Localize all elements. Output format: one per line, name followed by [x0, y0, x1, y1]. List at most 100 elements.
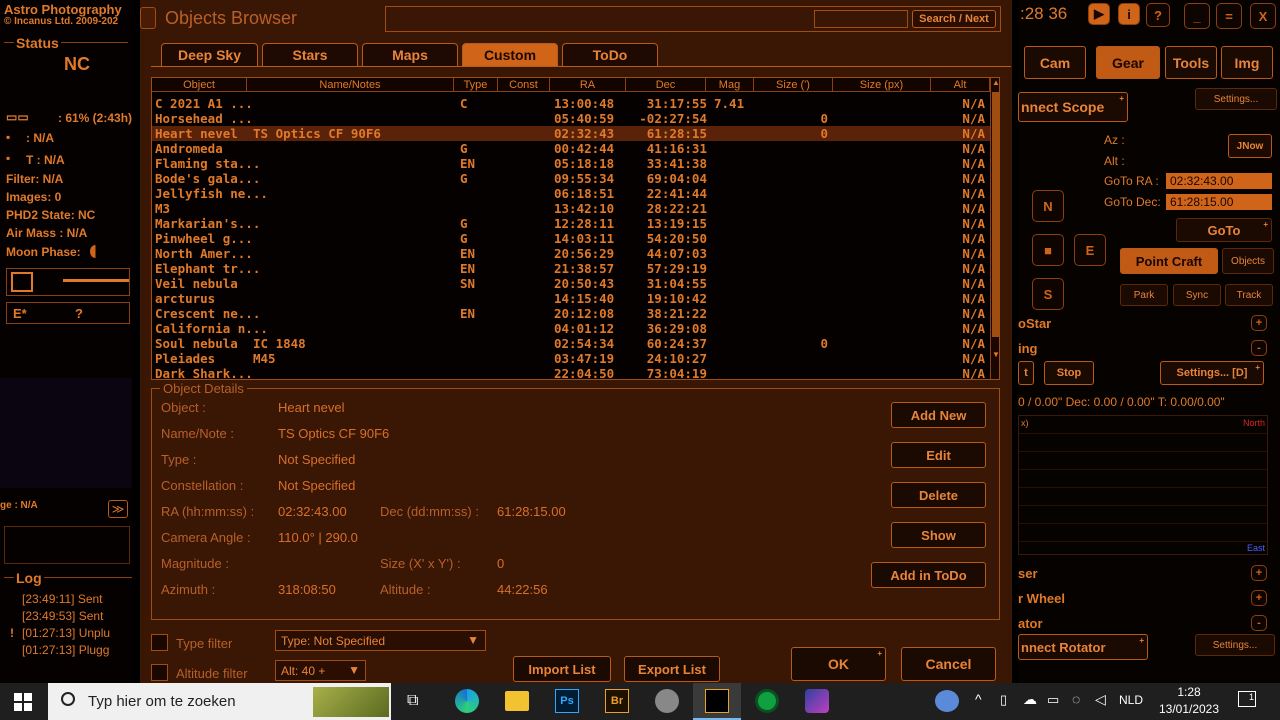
ok-button[interactable]: OK +	[791, 647, 886, 681]
tab-img[interactable]: Img	[1221, 46, 1273, 79]
import-list-button[interactable]: Import List	[513, 656, 611, 682]
table-row[interactable]: C 2021 A1 ... C 13:00:48 31:17:55 7.41 N/A	[152, 96, 990, 111]
taskbar-search-box[interactable]: Typ hier om te zoeken	[48, 683, 391, 720]
objects-button[interactable]: Objects	[1222, 248, 1274, 274]
language-indicator[interactable]: NLD	[1119, 693, 1143, 707]
collapse-icon[interactable]: -	[1251, 340, 1267, 356]
park-button[interactable]: Park	[1120, 284, 1168, 306]
column-header-ra[interactable]: RA	[550, 78, 626, 92]
notification-icon[interactable]: 1	[1238, 691, 1256, 707]
expand-button[interactable]: ≫	[108, 500, 128, 518]
connect-rotator-button[interactable]: nnect Rotator +	[1018, 634, 1148, 660]
export-list-button[interactable]: Export List	[624, 656, 720, 682]
north-button[interactable]: N	[1032, 190, 1064, 222]
info-button[interactable]: i	[1118, 3, 1140, 25]
phd2-icon[interactable]	[755, 689, 779, 713]
minimize-button[interactable]: _	[1184, 3, 1210, 29]
table-row[interactable]: Heart nevel TS Optics CF 90F6 02:32:43 61:2…	[152, 126, 990, 141]
table-row[interactable]: M3 13:42:10 28:22:21 N/A	[152, 201, 990, 216]
device-icon[interactable]: ▯	[1000, 692, 1007, 708]
search-next-button[interactable]: Search / Next	[912, 10, 996, 28]
expand-icon[interactable]: +	[1251, 565, 1267, 581]
table-row[interactable]: North Amer... EN 20:56:29 44:07:03 N/A	[152, 246, 990, 261]
delete-button[interactable]: Delete	[891, 482, 986, 508]
table-row[interactable]: Veil nebula SN 20:50:43 31:04:55 N/A	[152, 276, 990, 291]
table-row[interactable]: Jellyfish ne... 06:18:51 22:41:44 N/A	[152, 186, 990, 201]
stop-guiding-button[interactable]: Stop	[1044, 361, 1094, 385]
chevron-up-icon[interactable]: ^	[975, 691, 982, 707]
altitude-filter-checkbox[interactable]	[151, 664, 168, 681]
table-row[interactable]: arcturus 14:15:40 19:10:42 N/A	[152, 291, 990, 306]
table-row[interactable]: Dark Shark... 22:04:50 73:04:19 N/A	[152, 366, 990, 379]
goto-ra-input[interactable]: 02:32:43.00	[1166, 173, 1272, 189]
windows-start-icon[interactable]	[14, 693, 32, 711]
scrollbar-thumb[interactable]	[992, 92, 999, 337]
table-row[interactable]: Crescent ne... EN 20:12:08 38:21:22 N/A	[152, 306, 990, 321]
photoshop-icon[interactable]: Ps	[555, 689, 579, 713]
scope-settings-button[interactable]: Settings...	[1195, 88, 1277, 110]
cloud-app-icon[interactable]	[935, 690, 959, 712]
taskbar-time[interactable]: 1:28	[1160, 685, 1218, 699]
collapse-icon[interactable]: -	[1251, 615, 1267, 631]
volume-icon[interactable]: ◁	[1095, 691, 1106, 708]
goto-dec-input[interactable]: 61:28:15.00	[1166, 194, 1272, 210]
battery-icon[interactable]: ▭	[1047, 692, 1059, 708]
table-row[interactable]: California n... 04:01:12 36:29:08 N/A	[152, 321, 990, 336]
table-row[interactable]: Flaming sta... EN 05:18:18 33:41:38 N/A	[152, 156, 990, 171]
expand-icon[interactable]: +	[1251, 315, 1267, 331]
tab-stars[interactable]: Stars	[262, 43, 358, 67]
type-filter-select[interactable]: Type: Not Specified ▼	[275, 630, 486, 651]
table-row[interactable]: Soul nebula IC 1848 02:54:34 60:24:37 0 N/A	[152, 336, 990, 351]
tab-deep-sky[interactable]: Deep Sky	[161, 43, 258, 67]
stellarium-icon[interactable]	[805, 689, 829, 713]
tab-gear[interactable]: Gear	[1096, 46, 1160, 79]
column-header-dec[interactable]: Dec	[626, 78, 706, 92]
tab-maps[interactable]: Maps	[362, 43, 458, 67]
tab-todo[interactable]: ToDo	[562, 43, 658, 67]
network-icon[interactable]: ◌	[1072, 691, 1080, 707]
search-input[interactable]	[814, 10, 908, 28]
expand-icon[interactable]: +	[1251, 590, 1267, 606]
edit-button[interactable]: Edit	[891, 442, 986, 468]
task-view-icon[interactable]: ⧉	[407, 692, 418, 710]
scroll-up-icon[interactable]: ▲	[992, 78, 999, 87]
type-filter-checkbox[interactable]	[151, 634, 168, 651]
edge-icon[interactable]	[455, 689, 479, 713]
east-button[interactable]: E	[1074, 234, 1106, 266]
onedrive-icon[interactable]: ☁	[1023, 691, 1037, 708]
close-button[interactable]: X	[1250, 3, 1276, 29]
play-button[interactable]: ▶	[1088, 3, 1110, 25]
scroll-down-icon[interactable]: ▼	[992, 350, 999, 359]
table-row[interactable]: Andromeda G 00:42:44 41:16:31 N/A	[152, 141, 990, 156]
track-button[interactable]: Track	[1225, 284, 1273, 306]
taskbar-date[interactable]: 13/01/2023	[1154, 702, 1224, 716]
add-new-button[interactable]: Add New	[891, 402, 986, 428]
table-row[interactable]: Pinwheel g... G 14:03:11 54:20:50 N/A	[152, 231, 990, 246]
guiding-settings-button[interactable]: Settings... [D] +	[1160, 361, 1264, 385]
table-scrollbar[interactable]: ▲ ▼	[990, 78, 999, 379]
astro-app-taskbar-button[interactable]	[693, 683, 741, 720]
tab-custom[interactable]: Custom	[462, 43, 558, 67]
connect-scope-button[interactable]: nnect Scope +	[1018, 92, 1128, 122]
south-button[interactable]: S	[1032, 278, 1064, 310]
column-header-object[interactable]: Object	[152, 78, 247, 92]
app-icon[interactable]	[655, 689, 679, 713]
stop-move-button[interactable]: ■	[1032, 234, 1064, 266]
tab-tools[interactable]: Tools	[1165, 46, 1217, 79]
rotator-settings-button[interactable]: Settings...	[1195, 634, 1275, 656]
maximize-button[interactable]: =	[1216, 3, 1242, 29]
column-header-alt[interactable]: Alt	[931, 78, 990, 92]
column-header-type[interactable]: Type	[454, 78, 498, 92]
table-row[interactable]: Horsehead ... 05:40:59 -02:27:54 0 N/A	[152, 111, 990, 126]
file-explorer-icon[interactable]	[505, 691, 529, 711]
altitude-filter-select[interactable]: Alt: 40 + ▼	[275, 660, 366, 681]
column-header-size-px[interactable]: Size (px)	[833, 78, 931, 92]
cancel-button[interactable]: Cancel	[901, 647, 996, 681]
column-header-name-notes[interactable]: Name/Notes	[247, 78, 454, 92]
show-button[interactable]: Show	[891, 522, 986, 548]
table-row[interactable]: Markarian's... G 12:28:11 13:19:15 N/A	[152, 216, 990, 231]
column-header-const[interactable]: Const	[498, 78, 550, 92]
help-button[interactable]: ?	[1146, 3, 1170, 27]
jnow-button[interactable]: JNow	[1228, 134, 1272, 158]
goto-button[interactable]: GoTo +	[1176, 218, 1272, 242]
